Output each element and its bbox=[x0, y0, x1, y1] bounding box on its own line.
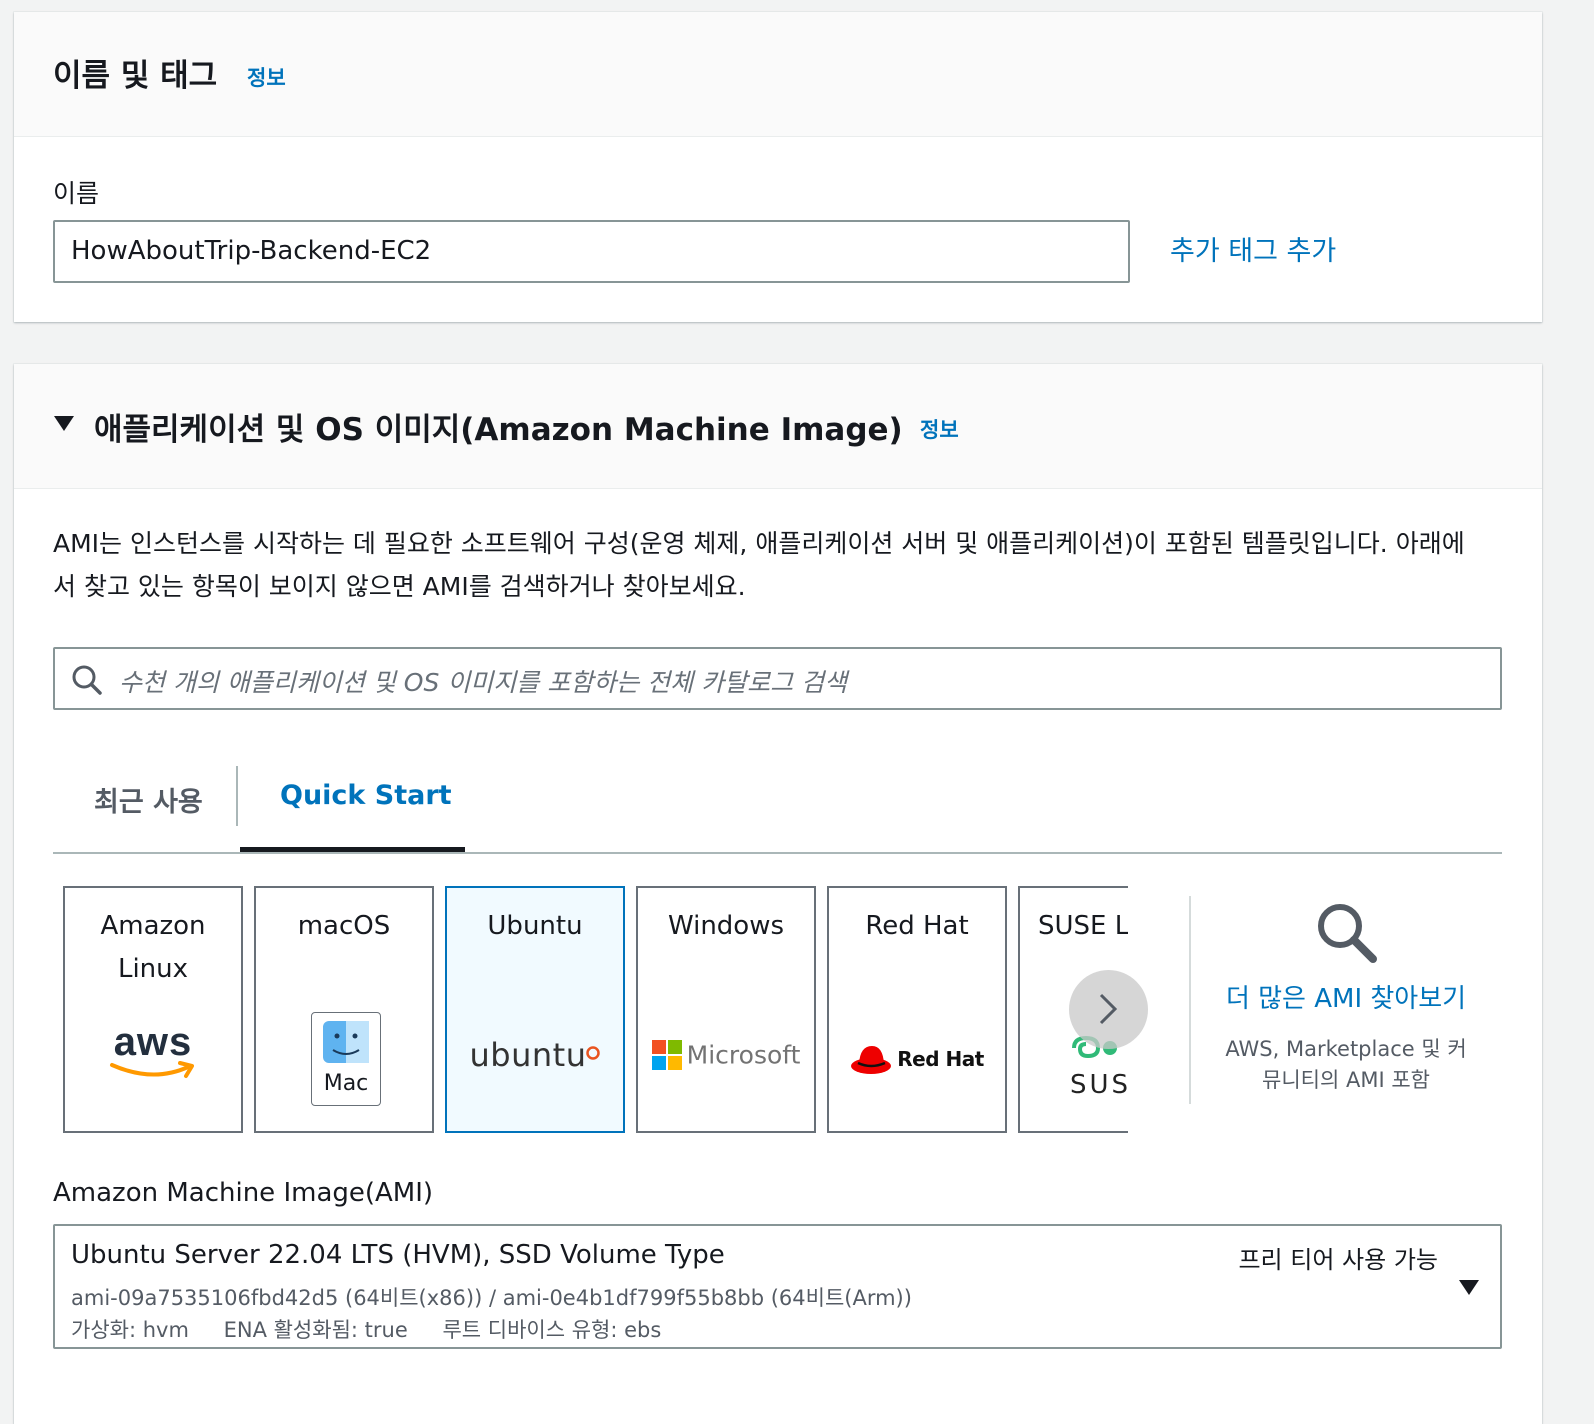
tile-title: Red Hat bbox=[865, 911, 969, 941]
browse-more-amis-link[interactable]: 더 많은 AMI 찾아보기 bbox=[1190, 978, 1502, 1015]
add-tags-link[interactable]: 추가 태그 추가 bbox=[1170, 229, 1336, 268]
search-icon bbox=[71, 664, 103, 700]
redhat-logo-icon: Red Hat bbox=[829, 1042, 1005, 1076]
subtext-line: 뮤니티의 AMI 포함 bbox=[1262, 1068, 1430, 1092]
search-icon[interactable] bbox=[1314, 900, 1380, 970]
panel-header: 애플리케이션 및 OS 이미지(Amazon Machine Image) 정보 bbox=[14, 364, 1542, 489]
search-placeholder: 수천 개의 애플리케이션 및 OS 이미지를 포함하는 전체 카탈로그 검색 bbox=[119, 668, 848, 697]
microsoft-logo-icon: Microsoft bbox=[638, 1040, 814, 1070]
tile-title: SUSE Li bbox=[1038, 911, 1128, 941]
tab-recent[interactable]: 최근 사용 bbox=[94, 780, 203, 819]
os-tile-red-hat[interactable]: Red Hat Red Hat bbox=[827, 886, 1007, 1133]
os-tile-macos[interactable]: macOS Mac bbox=[254, 886, 434, 1133]
aws-logo-icon: aws bbox=[65, 1020, 241, 1085]
tile-title: Amazon Linux bbox=[65, 905, 241, 991]
name-and-tags-panel: 이름 및 태그 정보 이름 HowAboutTrip-Backend-EC2 추… bbox=[14, 12, 1542, 322]
info-link[interactable]: 정보 bbox=[920, 414, 959, 444]
os-tile-windows[interactable]: Windows Microsoft bbox=[636, 886, 816, 1133]
description-line: 서 찾고 있는 항목이 보이지 않으면 AMI를 검색하거나 찾아보세요. bbox=[53, 572, 746, 601]
tabs-bottom-border bbox=[53, 852, 1502, 854]
free-tier-badge: 프리 티어 사용 가능 bbox=[1238, 1246, 1438, 1274]
name-input[interactable]: HowAboutTrip-Backend-EC2 bbox=[53, 220, 1130, 283]
description-line: AMI는 인스턴스를 시작하는 데 필요한 소프트웨어 구성(운영 체제, 애플… bbox=[53, 529, 1465, 558]
dropdown-caret-icon bbox=[1458, 1278, 1480, 1300]
mac-finder-icon: Mac bbox=[311, 1012, 381, 1106]
root-device-text: 루트 디바이스 유형: ebs bbox=[442, 1318, 662, 1342]
info-link[interactable]: 정보 bbox=[247, 62, 286, 92]
ami-select[interactable]: Ubuntu Server 22.04 LTS (HVM), SSD Volum… bbox=[53, 1224, 1502, 1349]
ubuntu-logo-icon: ubuntu bbox=[447, 1036, 623, 1074]
ami-properties: 가상화: hvm ENA 활성화됨: true 루트 디바이스 유형: ebs bbox=[71, 1314, 661, 1344]
subtext-line: AWS, Marketplace 및 커 bbox=[1225, 1037, 1467, 1061]
ami-description: AMI는 인스턴스를 시작하는 데 필요한 소프트웨어 구성(운영 체제, 애플… bbox=[53, 522, 1513, 608]
tab-divider bbox=[236, 766, 238, 826]
chevron-right-icon bbox=[1097, 992, 1119, 1030]
logo-text: SUS bbox=[1070, 1070, 1128, 1100]
logo-text: Microsoft bbox=[686, 1040, 801, 1070]
browse-more-subtext: AWS, Marketplace 및 커 뮤니티의 AMI 포함 bbox=[1190, 1034, 1502, 1096]
logo-text: Mac bbox=[323, 1071, 369, 1096]
collapse-caret-icon[interactable] bbox=[53, 414, 75, 436]
panel-title: 애플리케이션 및 OS 이미지(Amazon Machine Image) bbox=[94, 412, 903, 448]
ami-label: Amazon Machine Image(AMI) bbox=[53, 1178, 434, 1208]
name-input-value: HowAboutTrip-Backend-EC2 bbox=[71, 236, 432, 266]
tab-quick-start[interactable]: Quick Start bbox=[280, 780, 452, 811]
tile-title: Windows bbox=[667, 911, 785, 941]
tile-title-line: Linux bbox=[117, 954, 189, 984]
os-tile-ubuntu[interactable]: Ubuntu ubuntu bbox=[445, 886, 625, 1133]
tile-title: Ubuntu bbox=[487, 911, 583, 941]
ami-name: Ubuntu Server 22.04 LTS (HVM), SSD Volum… bbox=[71, 1240, 725, 1270]
logo-text: ubuntu bbox=[469, 1036, 587, 1074]
panel-title: 이름 및 태그 bbox=[53, 58, 218, 94]
virtualization-text: 가상화: hvm bbox=[71, 1318, 189, 1342]
carousel-next-button[interactable] bbox=[1069, 970, 1148, 1049]
tile-title-line: Amazon bbox=[100, 911, 206, 941]
os-tile-amazon-linux[interactable]: Amazon Linux aws bbox=[63, 886, 243, 1133]
logo-text: Red Hat bbox=[897, 1047, 984, 1071]
name-label: 이름 bbox=[53, 179, 100, 208]
panel-header: 이름 및 태그 정보 bbox=[14, 12, 1542, 137]
ena-text: ENA 활성화됨: true bbox=[223, 1318, 408, 1342]
ami-search-input[interactable]: 수천 개의 애플리케이션 및 OS 이미지를 포함하는 전체 카탈로그 검색 bbox=[53, 647, 1502, 710]
ami-ids: ami-09a7535106fbd42d5 (64비트(x86)) / ami-… bbox=[71, 1286, 912, 1310]
tile-title: macOS bbox=[297, 911, 391, 941]
